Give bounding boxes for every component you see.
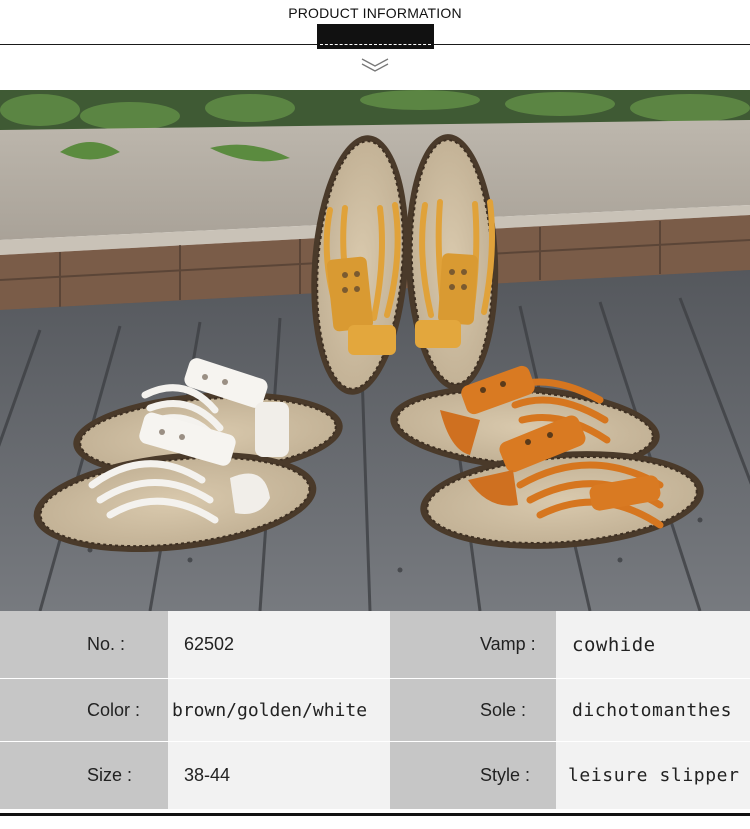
spec-value-cell-color: brown/golden/white <box>168 679 390 741</box>
spec-label-cell-color: Color : <box>0 679 168 741</box>
spec-value-cell-sole: dichotomanthes <box>556 679 750 741</box>
spec-value-vamp: cowhide <box>572 633 656 656</box>
bottom-rule <box>0 813 750 816</box>
spec-label-size: Size : <box>87 765 133 785</box>
spec-value-cell-vamp: cowhide <box>556 611 750 678</box>
spec-label-color: Color : <box>87 699 141 720</box>
spec-value-cell-style: leisure slipper <box>556 742 750 809</box>
spec-value-cell-number: 62502 <box>168 611 390 678</box>
spec-value-number: 62502 <box>184 634 235 654</box>
product-photo-illustration <box>0 90 750 611</box>
double-chevron-down-icon <box>361 58 389 72</box>
header-tab-decoration <box>317 24 434 49</box>
spec-value-cell-size: 38-44 <box>168 742 390 809</box>
spec-label-cell-number: No. : <box>0 611 168 678</box>
spec-value-size: 38-44 <box>184 765 231 785</box>
spec-label-cell-size: Size : <box>0 742 168 809</box>
spec-label-cell-style: Style : <box>390 742 556 809</box>
product-spec-table: No. : 62502 Vamp : cowhide Color : brown… <box>0 611 750 829</box>
spec-label-sole: Sole : <box>480 699 527 720</box>
spec-value-style: leisure slipper <box>568 765 740 786</box>
spec-label-cell-sole: Sole : <box>390 679 556 741</box>
product-photo <box>0 90 750 611</box>
spec-value-color: brown/golden/white <box>172 699 368 721</box>
spec-label-cell-vamp: Vamp : <box>390 611 556 678</box>
spec-label-style: Style : <box>480 765 531 785</box>
spec-label-vamp: Vamp : <box>480 634 536 654</box>
section-header: PRODUCT INFORMATION <box>0 0 750 90</box>
spec-label-number: No. : <box>87 634 126 654</box>
section-title: PRODUCT INFORMATION <box>288 5 462 21</box>
spec-value-sole: dichotomanthes <box>572 699 733 721</box>
